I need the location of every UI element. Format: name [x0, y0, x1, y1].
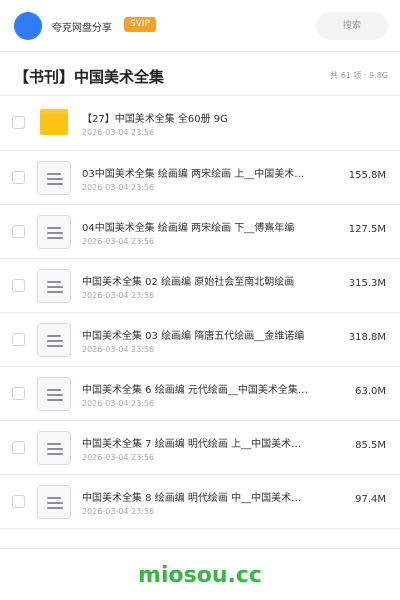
site-logo: miosou.cc	[138, 563, 262, 588]
document-icon	[37, 485, 71, 519]
item-count-size: 共 61 项 · 9.8G	[330, 71, 388, 80]
file-list: 【27】中国美术全集 全60册 9G 2026-03-04 23:56 03中国美术…	[0, 96, 400, 529]
item-name[interactable]: 中国美术全集 8 绘画编 明代绘画 中__中国美术全集	[82, 489, 310, 504]
item-date: 2026-03-04 23:56	[82, 399, 155, 408]
item-date: 2026-03-04 23:56	[82, 291, 155, 300]
row-checkbox[interactable]	[12, 279, 25, 292]
document-icon	[37, 323, 71, 357]
item-name[interactable]: 中国美术全集 7 绘画编 明代绘画 上__中国美术全集	[82, 435, 310, 450]
row-checkbox[interactable]	[12, 171, 25, 184]
item-size: 155.8M	[348, 170, 386, 181]
file-row[interactable]: 04中国美术全集 绘画编 两宋绘画 下__傅熹年编 2026-03-04 23:5…	[0, 205, 400, 259]
document-icon	[37, 215, 71, 249]
title-bar: 【书刊】中国美术全集 共 61 项 · 9.8G	[0, 52, 400, 96]
item-name[interactable]: 中国美术全集 6 绘画编 元代绘画__中国美术全集编辑委员会	[82, 381, 310, 396]
item-date: 2026-03-04 23:56	[82, 183, 155, 192]
file-row[interactable]: 中国美术全集 03 绘画编 隋唐五代绘画__金维诺编 2026-03-04 23:…	[0, 313, 400, 367]
file-row[interactable]: 中国美术全集 6 绘画编 元代绘画__中国美术全集编辑委员会 2026-03-04…	[0, 367, 400, 421]
item-name[interactable]: 03中国美术全集 绘画编 两宋绘画 上__中国美术全集编辑委员会	[82, 165, 310, 180]
search-input[interactable]	[316, 12, 388, 40]
item-name[interactable]: 中国美术全集 03 绘画编 隋唐五代绘画__金维诺编	[82, 327, 310, 342]
item-size: 315.3M	[348, 278, 386, 289]
row-checkbox[interactable]	[12, 333, 25, 346]
document-icon	[37, 377, 71, 411]
folder-row[interactable]: 【27】中国美术全集 全60册 9G 2026-03-04 23:56	[0, 96, 400, 151]
row-checkbox[interactable]	[12, 441, 25, 454]
item-name[interactable]: 04中国美术全集 绘画编 两宋绘画 下__傅熹年编	[82, 219, 310, 234]
document-icon	[37, 269, 71, 303]
item-size: 318.8M	[348, 332, 386, 343]
document-icon	[37, 431, 71, 465]
footer: miosou.cc	[0, 548, 400, 600]
folder-icon	[40, 109, 68, 135]
item-date: 2026-03-04 23:56	[82, 128, 155, 137]
brand-name: 夸克网盘分享	[52, 23, 112, 34]
row-checkbox[interactable]	[12, 225, 25, 238]
file-row[interactable]: 中国美术全集 02 绘画编 原始社会至南北朝绘画 2026-03-04 23:56…	[0, 259, 400, 313]
item-size: 85.5M	[355, 440, 386, 451]
item-date: 2026-03-04 23:56	[82, 507, 155, 516]
item-date: 2026-03-04 23:56	[82, 237, 155, 246]
item-name[interactable]: 【27】中国美术全集 全60册 9G	[82, 110, 310, 125]
row-checkbox[interactable]	[12, 116, 25, 129]
file-row[interactable]: 中国美术全集 8 绘画编 明代绘画 中__中国美术全集 2026-03-04 23…	[0, 475, 400, 529]
avatar[interactable]	[14, 12, 42, 40]
file-row[interactable]: 03中国美术全集 绘画编 两宋绘画 上__中国美术全集编辑委员会 2026-03-…	[0, 151, 400, 205]
page-title: 【书刊】中国美术全集	[14, 68, 165, 86]
item-size: 97.4M	[355, 494, 386, 505]
top-header: 夸克网盘分享 SVIP	[0, 0, 400, 52]
item-date: 2026-03-04 23:56	[82, 453, 155, 462]
svip-badge: SVIP	[124, 17, 156, 32]
item-size: 63.0M	[355, 386, 386, 397]
row-checkbox[interactable]	[12, 387, 25, 400]
document-icon	[37, 161, 71, 195]
item-size: 127.5M	[348, 224, 386, 235]
item-date: 2026-03-04 23:56	[82, 345, 155, 354]
row-checkbox[interactable]	[12, 495, 25, 508]
file-row[interactable]: 中国美术全集 7 绘画编 明代绘画 上__中国美术全集 2026-03-04 23…	[0, 421, 400, 475]
item-name[interactable]: 中国美术全集 02 绘画编 原始社会至南北朝绘画	[82, 273, 310, 288]
